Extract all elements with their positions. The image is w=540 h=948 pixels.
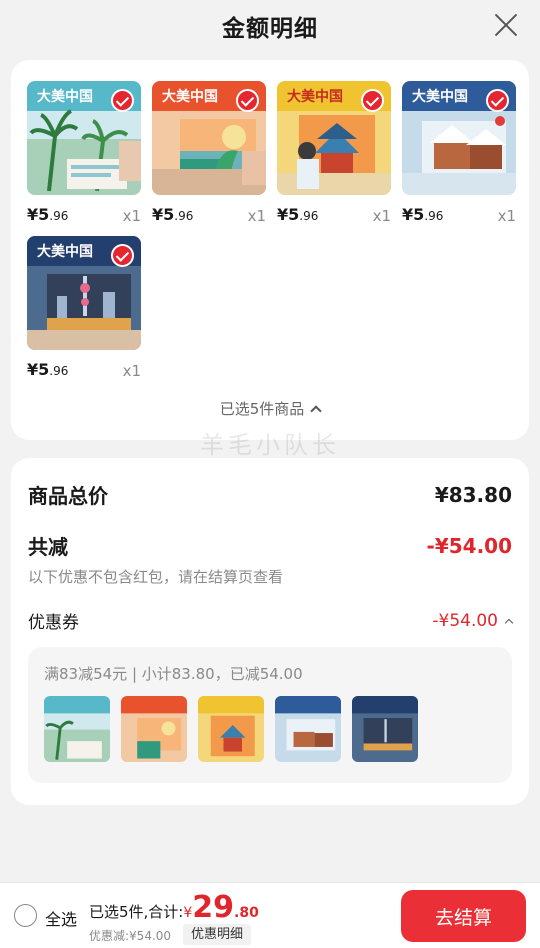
page-title: 金额明细 xyxy=(222,16,318,42)
price-int: ¥5 xyxy=(402,205,425,224)
product-price: ¥5.96 xyxy=(277,205,318,224)
select-all-checkbox[interactable] xyxy=(14,904,37,927)
book-title-text: 大美中国 xyxy=(37,88,93,105)
book-title-text: 大美中国 xyxy=(37,243,93,260)
price-breakdown-card: 商品总价 ¥83.80 共减 -¥54.00 以下优惠不包含红包，请在结算页查看… xyxy=(11,458,529,805)
chevron-up-icon xyxy=(504,618,514,627)
coupon-label: 优惠券 xyxy=(28,613,79,633)
chevron-up-icon xyxy=(310,405,322,417)
select-all-label[interactable]: 全选 xyxy=(45,906,77,930)
total-label: 商品总价 xyxy=(28,484,108,508)
header: 金额明细 xyxy=(0,0,540,52)
product-thumbnail[interactable]: 大美中国 xyxy=(27,81,141,195)
discount-note: 以下优惠不包含红包，请在结算页查看 xyxy=(28,568,284,586)
product-price: ¥5.96 xyxy=(27,205,68,224)
sum-line: 已选5件,合计: ¥ 29 .80 xyxy=(89,893,259,923)
coupon-product-thumbnail xyxy=(121,696,187,762)
coupon-description: 满83减54元 | 小计83.80，已减54.00 xyxy=(44,665,303,683)
discount-value: -¥54.00 xyxy=(426,533,512,558)
product-thumbnail[interactable]: 大美中国 xyxy=(152,81,266,195)
product-qty: x1 xyxy=(497,207,516,225)
selected-count-label: 已选5件商品 xyxy=(219,400,305,418)
checkout-bar: 全选 已选5件,合计: ¥ 29 .80 优惠减:¥54.00 优惠明细 去结算 xyxy=(0,882,540,948)
discount-row: 共减 -¥54.00 xyxy=(28,531,512,560)
coupon-products xyxy=(44,696,418,762)
coupon-amount: -¥54.00 xyxy=(432,610,498,631)
checked-icon[interactable] xyxy=(111,89,134,112)
coupon-product-thumbnail xyxy=(275,696,341,762)
saved-amount: 优惠减:¥54.00 xyxy=(89,929,172,943)
selected-text: 已选5件,合计: xyxy=(89,903,184,921)
product-qty: x1 xyxy=(122,207,141,225)
amount-integer: 29 xyxy=(192,890,235,925)
product-item[interactable]: 大美中国 ¥5.96 x1 xyxy=(152,81,266,236)
book-title-text: 大美中国 xyxy=(162,88,218,105)
price-int: ¥5 xyxy=(27,205,50,224)
total-value: ¥83.80 xyxy=(434,482,512,507)
price-int: ¥5 xyxy=(277,205,300,224)
price-dec: .96 xyxy=(299,209,319,223)
price-dec: .96 xyxy=(424,209,444,223)
discount-label: 共减 xyxy=(28,535,68,559)
selected-products-card: 大美中国 ¥5.96 x1 大美中国 ¥5.96 x1 大美中国 ¥5.96 x… xyxy=(11,60,529,440)
product-qty: x1 xyxy=(122,362,141,380)
checked-icon[interactable] xyxy=(236,89,259,112)
checked-icon[interactable] xyxy=(111,244,134,267)
product-qty: x1 xyxy=(372,207,391,225)
product-item[interactable]: 大美中国 ¥5.96 x1 xyxy=(277,81,391,236)
product-price: ¥5.96 xyxy=(152,205,193,224)
product-item[interactable]: 大美中国 ¥5.96 x1 xyxy=(27,81,141,236)
product-price: ¥5.96 xyxy=(27,360,68,379)
coupon-product-thumbnail xyxy=(198,696,264,762)
watermark: 羊毛小队长 xyxy=(200,431,340,459)
checked-icon[interactable] xyxy=(361,89,384,112)
amount-decimal: .80 xyxy=(234,905,259,921)
close-icon[interactable] xyxy=(492,11,520,39)
price-dec: .96 xyxy=(49,209,69,223)
price-dec: .96 xyxy=(49,364,69,378)
coupon-row[interactable]: 优惠券 -¥54.00 xyxy=(28,608,514,633)
coupon-detail-box: 满83减54元 | 小计83.80，已减54.00 xyxy=(28,647,512,783)
coupon-product-thumbnail xyxy=(44,696,110,762)
book-title-text: 大美中国 xyxy=(287,88,343,105)
product-item[interactable]: 大美中国 ¥5.96 x1 xyxy=(27,236,141,391)
coupon-value[interactable]: -¥54.00 xyxy=(432,610,514,631)
product-thumbnail[interactable]: 大美中国 xyxy=(27,236,141,350)
coupon-product-thumbnail xyxy=(352,696,418,762)
currency-symbol: ¥ xyxy=(183,905,193,921)
product-item[interactable]: 大美中国 ¥5.96 x1 xyxy=(402,81,516,236)
total-row: 商品总价 ¥83.80 xyxy=(28,480,512,509)
price-int: ¥5 xyxy=(27,360,50,379)
book-title-text: 大美中国 xyxy=(412,88,468,105)
selected-count-toggle[interactable]: 已选5件商品 xyxy=(11,398,529,419)
price-dec: .96 xyxy=(174,209,194,223)
product-qty: x1 xyxy=(247,207,266,225)
product-thumbnail[interactable]: 大美中国 xyxy=(402,81,516,195)
checked-icon[interactable] xyxy=(486,89,509,112)
discount-detail-button[interactable]: 优惠明细 xyxy=(183,924,252,945)
product-thumbnail[interactable]: 大美中国 xyxy=(277,81,391,195)
price-int: ¥5 xyxy=(152,205,175,224)
product-price: ¥5.96 xyxy=(402,205,443,224)
checkout-button[interactable]: 去结算 xyxy=(401,890,526,942)
product-grid: 大美中国 ¥5.96 x1 大美中国 ¥5.96 x1 大美中国 ¥5.96 x… xyxy=(27,81,517,391)
